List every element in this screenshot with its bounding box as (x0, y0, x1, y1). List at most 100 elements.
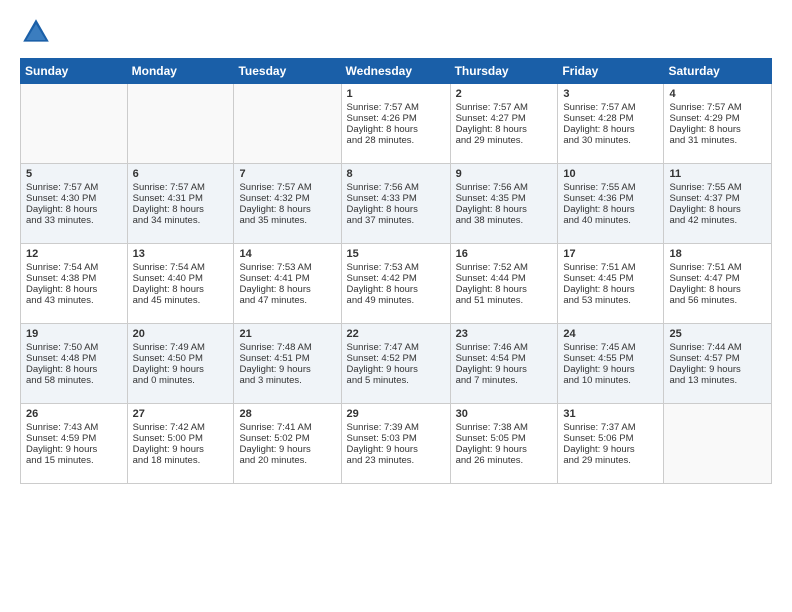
day-info-line: and 43 minutes. (26, 295, 122, 306)
day-info-line: Sunset: 4:31 PM (133, 193, 229, 204)
day-info-line: Sunrise: 7:53 AM (347, 262, 445, 273)
day-number: 9 (456, 168, 553, 180)
day-info-line: and 58 minutes. (26, 375, 122, 386)
calendar-cell: 9Sunrise: 7:56 AMSunset: 4:35 PMDaylight… (450, 164, 558, 244)
day-info-line: Sunrise: 7:57 AM (347, 102, 445, 113)
day-info-line: Sunrise: 7:56 AM (347, 182, 445, 193)
day-info-line: Daylight: 8 hours (669, 204, 766, 215)
day-number: 14 (239, 248, 335, 260)
calendar-cell: 24Sunrise: 7:45 AMSunset: 4:55 PMDayligh… (558, 324, 664, 404)
day-info-line: Daylight: 8 hours (239, 284, 335, 295)
day-info-line: Sunset: 5:05 PM (456, 433, 553, 444)
day-info-line: and 20 minutes. (239, 455, 335, 466)
day-info-line: Daylight: 8 hours (456, 284, 553, 295)
day-info-line: Daylight: 8 hours (669, 124, 766, 135)
week-row-1: 1Sunrise: 7:57 AMSunset: 4:26 PMDaylight… (21, 84, 772, 164)
day-info-line: Daylight: 9 hours (239, 444, 335, 455)
day-info-line: Sunrise: 7:51 AM (563, 262, 658, 273)
calendar-cell: 26Sunrise: 7:43 AMSunset: 4:59 PMDayligh… (21, 404, 128, 484)
day-info-line: Sunset: 5:06 PM (563, 433, 658, 444)
day-number: 7 (239, 168, 335, 180)
calendar-cell: 5Sunrise: 7:57 AMSunset: 4:30 PMDaylight… (21, 164, 128, 244)
day-number: 25 (669, 328, 766, 340)
day-info-line: Sunrise: 7:50 AM (26, 342, 122, 353)
calendar-cell (21, 84, 128, 164)
calendar-cell: 16Sunrise: 7:52 AMSunset: 4:44 PMDayligh… (450, 244, 558, 324)
day-info-line: Daylight: 8 hours (26, 364, 122, 375)
day-number: 12 (26, 248, 122, 260)
weekday-header-tuesday: Tuesday (234, 59, 341, 84)
page: SundayMondayTuesdayWednesdayThursdayFrid… (0, 0, 792, 496)
day-info-line: Sunrise: 7:53 AM (239, 262, 335, 273)
day-info-line: Daylight: 8 hours (347, 124, 445, 135)
day-info-line: Sunset: 4:37 PM (669, 193, 766, 204)
day-info-line: Sunset: 4:28 PM (563, 113, 658, 124)
day-info-line: Sunset: 4:38 PM (26, 273, 122, 284)
day-info-line: Sunset: 4:45 PM (563, 273, 658, 284)
calendar-cell: 27Sunrise: 7:42 AMSunset: 5:00 PMDayligh… (127, 404, 234, 484)
day-info-line: Daylight: 9 hours (26, 444, 122, 455)
day-info-line: and 42 minutes. (669, 215, 766, 226)
day-number: 18 (669, 248, 766, 260)
calendar-cell (234, 84, 341, 164)
day-info-line: and 15 minutes. (26, 455, 122, 466)
weekday-header-saturday: Saturday (664, 59, 772, 84)
day-info-line: and 49 minutes. (347, 295, 445, 306)
day-info-line: Sunset: 4:41 PM (239, 273, 335, 284)
day-info-line: Sunset: 4:35 PM (456, 193, 553, 204)
calendar-cell: 17Sunrise: 7:51 AMSunset: 4:45 PMDayligh… (558, 244, 664, 324)
day-info-line: and 34 minutes. (133, 215, 229, 226)
week-row-3: 12Sunrise: 7:54 AMSunset: 4:38 PMDayligh… (21, 244, 772, 324)
week-row-5: 26Sunrise: 7:43 AMSunset: 4:59 PMDayligh… (21, 404, 772, 484)
weekday-header-sunday: Sunday (21, 59, 128, 84)
day-info-line: Daylight: 9 hours (347, 444, 445, 455)
day-info-line: Daylight: 8 hours (133, 284, 229, 295)
day-info-line: Sunset: 4:57 PM (669, 353, 766, 364)
day-info-line: Sunrise: 7:46 AM (456, 342, 553, 353)
day-number: 20 (133, 328, 229, 340)
weekday-header-friday: Friday (558, 59, 664, 84)
day-info-line: and 38 minutes. (456, 215, 553, 226)
calendar-cell: 15Sunrise: 7:53 AMSunset: 4:42 PMDayligh… (341, 244, 450, 324)
day-info-line: Sunrise: 7:55 AM (669, 182, 766, 193)
day-info-line: Sunrise: 7:57 AM (133, 182, 229, 193)
day-info-line: Sunrise: 7:49 AM (133, 342, 229, 353)
day-info-line: and 56 minutes. (669, 295, 766, 306)
day-info-line: and 23 minutes. (347, 455, 445, 466)
day-info-line: Sunset: 5:00 PM (133, 433, 229, 444)
day-info-line: Daylight: 9 hours (133, 444, 229, 455)
calendar-cell: 28Sunrise: 7:41 AMSunset: 5:02 PMDayligh… (234, 404, 341, 484)
day-info-line: Sunset: 4:55 PM (563, 353, 658, 364)
day-info-line: Sunset: 4:30 PM (26, 193, 122, 204)
calendar-cell: 19 Sunrise: 7:50 AMSunset: 4:48 PMDayligh… (21, 324, 128, 404)
day-info-line: and 29 minutes. (456, 135, 553, 146)
calendar-cell: 18Sunrise: 7:51 AMSunset: 4:47 PMDayligh… (664, 244, 772, 324)
day-number: 19 (26, 328, 122, 340)
logo (20, 16, 56, 48)
day-info-line: Sunset: 4:44 PM (456, 273, 553, 284)
day-info-line: Daylight: 8 hours (456, 204, 553, 215)
day-info-line: Sunrise: 7:57 AM (239, 182, 335, 193)
calendar-cell: 29Sunrise: 7:39 AMSunset: 5:03 PMDayligh… (341, 404, 450, 484)
calendar-cell: 22Sunrise: 7:47 AMSunset: 4:52 PMDayligh… (341, 324, 450, 404)
day-info-line: and 0 minutes. (133, 375, 229, 386)
calendar-cell: 6Sunrise: 7:57 AMSunset: 4:31 PMDaylight… (127, 164, 234, 244)
day-info-line: Sunrise: 7:57 AM (669, 102, 766, 113)
day-info-line: Daylight: 8 hours (26, 284, 122, 295)
day-number: 24 (563, 328, 658, 340)
day-info-line: Sunset: 4:29 PM (669, 113, 766, 124)
day-info-line: Sunrise: 7:54 AM (26, 262, 122, 273)
calendar-cell (127, 84, 234, 164)
calendar-cell: 11Sunrise: 7:55 AMSunset: 4:37 PMDayligh… (664, 164, 772, 244)
day-info-line: and 47 minutes. (239, 295, 335, 306)
day-info-line: and 40 minutes. (563, 215, 658, 226)
day-number: 17 (563, 248, 658, 260)
day-info-line: Sunrise: 7:57 AM (26, 182, 122, 193)
day-number: 1 (347, 88, 445, 100)
day-number: 23 (456, 328, 553, 340)
day-info-line: Sunset: 4:48 PM (26, 353, 122, 364)
day-info-line: Daylight: 8 hours (133, 204, 229, 215)
day-number: 27 (133, 408, 229, 420)
day-info-line: Sunrise: 7:44 AM (669, 342, 766, 353)
day-number: 30 (456, 408, 553, 420)
